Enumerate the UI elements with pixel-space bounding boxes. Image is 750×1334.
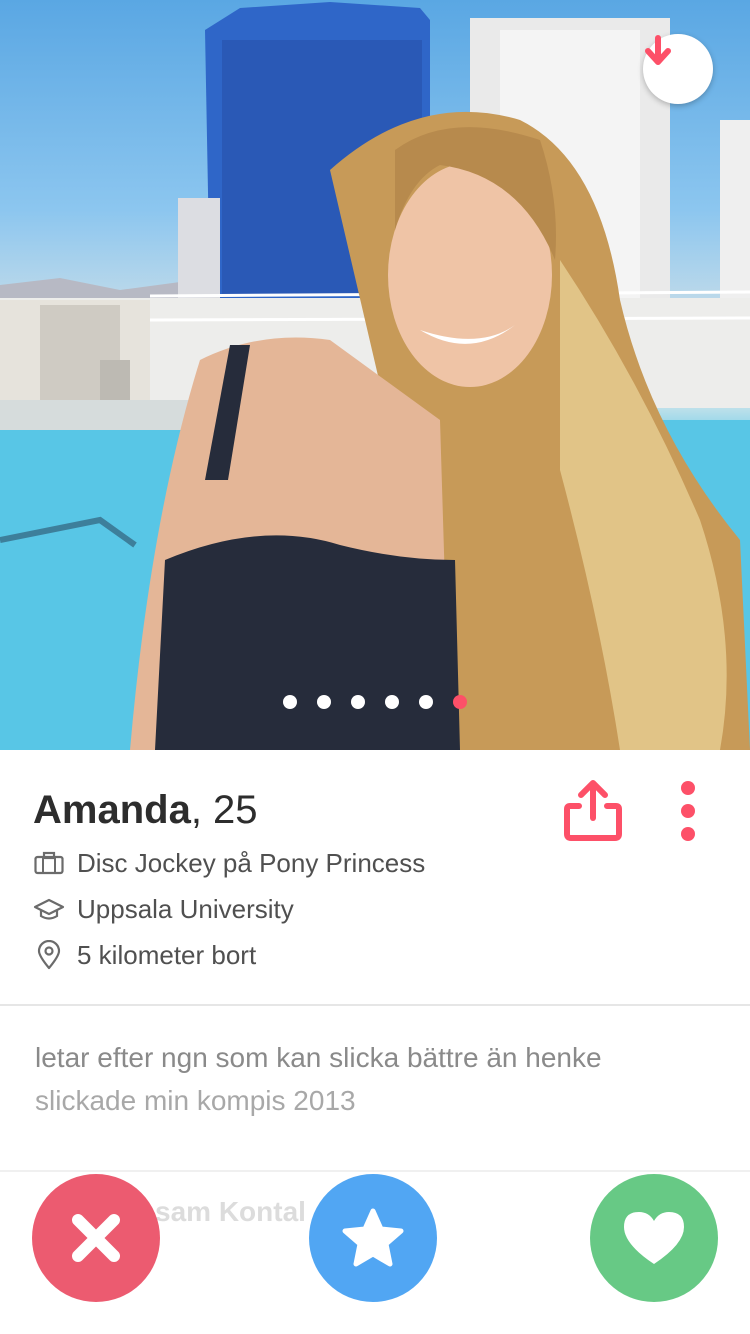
star-icon <box>342 1208 404 1267</box>
photo-scene <box>0 2 750 750</box>
more-vertical-icon <box>681 781 695 841</box>
location-pin-icon <box>33 939 65 971</box>
page-dot[interactable] <box>283 695 297 709</box>
nope-button[interactable] <box>32 1174 160 1302</box>
page-dot[interactable] <box>385 695 399 709</box>
page-dot[interactable] <box>317 695 331 709</box>
job-text: Disc Jockey på Pony Princess <box>77 847 426 878</box>
distance-row: 5 kilometer bort <box>33 937 256 973</box>
job-row: Disc Jockey på Pony Princess <box>33 845 425 881</box>
bio-text: letar efter ngn som kan slicka bättre än… <box>35 1036 725 1122</box>
school-row: Uppsala University <box>33 891 294 927</box>
bio-line: slickade min kompis 2013 <box>35 1085 356 1116</box>
photo-pagination <box>283 694 467 710</box>
profile-name: Amanda <box>33 788 191 832</box>
name-age: Amanda, 25 <box>33 788 258 833</box>
section-label: sam Kontal <box>155 1196 306 1227</box>
page-dot[interactable] <box>419 695 433 709</box>
page-dot-active[interactable] <box>453 695 467 709</box>
briefcase-icon <box>33 847 65 879</box>
school-text: Uppsala University <box>77 893 294 924</box>
arrow-down-icon <box>645 35 671 65</box>
heart-icon <box>624 1212 684 1264</box>
distance-text: 5 kilometer bort <box>77 939 257 970</box>
section-divider <box>0 1004 750 1006</box>
profile-age: , 25 <box>190 788 258 832</box>
download-button[interactable] <box>643 34 713 104</box>
profile-photo[interactable] <box>0 0 750 750</box>
graduation-cap-icon <box>33 893 65 925</box>
super-like-button[interactable] <box>309 1174 437 1302</box>
more-options-button[interactable] <box>672 780 704 842</box>
page-dot[interactable] <box>351 695 365 709</box>
like-button[interactable] <box>590 1174 718 1302</box>
close-icon <box>72 1214 120 1262</box>
section-divider <box>0 1170 750 1172</box>
bio-line: letar efter ngn som kan slicka bättre än… <box>35 1042 602 1073</box>
share-icon <box>564 780 622 841</box>
profile-info: Amanda, 25 Disc Jockey på Pony Princess <box>0 750 750 1005</box>
share-button[interactable] <box>562 778 624 842</box>
